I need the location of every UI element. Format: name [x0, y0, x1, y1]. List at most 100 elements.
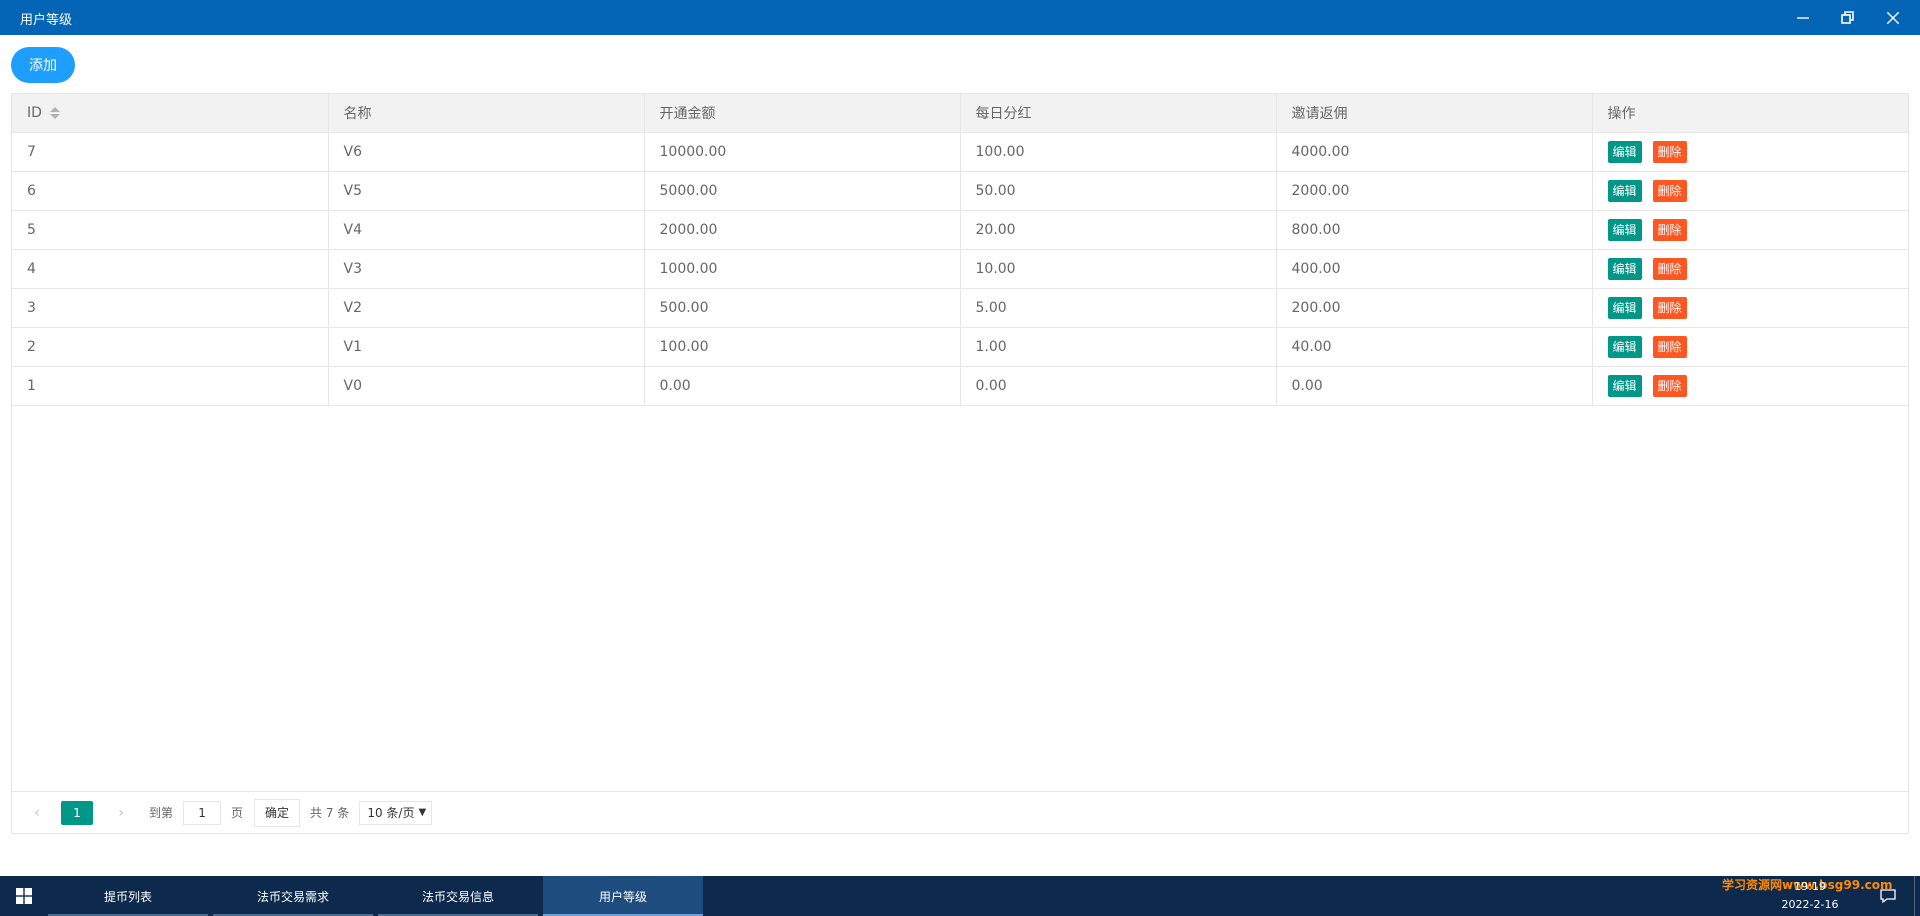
- table-row: 4 V3 1000.00 10.00 400.00 编辑 删除: [12, 249, 1908, 289]
- cell-actions: 编辑 删除: [1592, 327, 1908, 367]
- edit-button[interactable]: 编辑: [1607, 141, 1642, 163]
- cell-name: V2: [328, 288, 645, 328]
- cell-daily-dividend: 5.00: [960, 288, 1277, 328]
- cell-name: V1: [328, 327, 645, 367]
- cell-id: 6: [12, 171, 329, 211]
- pagination: ‹ 1 › 到第 页 确定 共 7 条 10 条/页▼: [12, 791, 1908, 833]
- cell-id: 7: [12, 132, 329, 172]
- page-size-value: 10 条/页: [367, 806, 415, 820]
- cell-name: V0: [328, 366, 645, 406]
- chevron-down-icon: ▼: [418, 807, 427, 818]
- table-row: 1 V0 0.00 0.00 0.00 编辑 删除: [12, 366, 1908, 406]
- cell-actions: 编辑 删除: [1592, 288, 1908, 328]
- clock-date: 2022-2-16: [1781, 898, 1839, 911]
- cell-invite-commission: 400.00: [1276, 249, 1593, 289]
- page-unit-label: 页: [231, 806, 244, 820]
- cell-daily-dividend: 100.00: [960, 132, 1277, 172]
- cell-id: 5: [12, 210, 329, 250]
- cell-daily-dividend: 0.00: [960, 366, 1277, 406]
- cell-invite-commission: 0.00: [1276, 366, 1593, 406]
- cell-amount: 0.00: [644, 366, 961, 406]
- notification-button[interactable]: [1868, 876, 1908, 916]
- taskbar: 提币列表 法币交易需求 法币交易信息 用户等级 学习资源网www.bsg99.c…: [0, 876, 1920, 916]
- minimize-button[interactable]: [1780, 0, 1825, 35]
- show-desktop-button[interactable]: [1914, 876, 1920, 916]
- cell-id: 4: [12, 249, 329, 289]
- edit-button[interactable]: 编辑: [1607, 375, 1642, 397]
- page-number-current[interactable]: 1: [61, 800, 93, 825]
- cell-amount: 500.00: [644, 288, 961, 328]
- window-titlebar: 用户等级: [0, 0, 1920, 35]
- goto-label: 到第: [149, 806, 174, 820]
- edit-button[interactable]: 编辑: [1607, 219, 1642, 241]
- delete-button[interactable]: 删除: [1652, 219, 1687, 241]
- taskbar-item-user-level[interactable]: 用户等级: [543, 876, 703, 916]
- cell-invite-commission: 2000.00: [1276, 171, 1593, 211]
- cell-amount: 5000.00: [644, 171, 961, 211]
- edit-button[interactable]: 编辑: [1607, 180, 1642, 202]
- cell-actions: 编辑 删除: [1592, 249, 1908, 289]
- column-header-name: 名称: [328, 94, 645, 133]
- cell-actions: 编辑 删除: [1592, 366, 1908, 406]
- add-button[interactable]: 添加: [11, 47, 75, 83]
- delete-button[interactable]: 删除: [1652, 375, 1687, 397]
- column-header-id-label: ID: [27, 105, 42, 121]
- table-row: 3 V2 500.00 5.00 200.00 编辑 删除: [12, 288, 1908, 328]
- next-page-button[interactable]: ›: [111, 801, 131, 825]
- cell-invite-commission: 4000.00: [1276, 132, 1593, 172]
- windows-logo-icon: [16, 888, 32, 904]
- sort-icon[interactable]: [49, 106, 60, 120]
- taskbar-item-withdraw-list[interactable]: 提币列表: [48, 876, 208, 916]
- edit-button[interactable]: 编辑: [1607, 336, 1642, 358]
- cell-name: V4: [328, 210, 645, 250]
- cell-actions: 编辑 删除: [1592, 132, 1908, 172]
- cell-amount: 100.00: [644, 327, 961, 367]
- prev-page-button[interactable]: ‹: [27, 801, 47, 825]
- cell-name: V6: [328, 132, 645, 172]
- cell-daily-dividend: 50.00: [960, 171, 1277, 211]
- confirm-goto-button[interactable]: 确定: [254, 798, 301, 827]
- page-size-select[interactable]: 10 条/页 ▼: [359, 800, 433, 825]
- taskbar-item-fiat-info[interactable]: 法币交易信息: [378, 876, 538, 916]
- cell-invite-commission: 800.00: [1276, 210, 1593, 250]
- close-icon: [1886, 11, 1899, 24]
- table-header-row: ID 名称 开通金额 每日分红 邀请返佣 操作: [12, 94, 1908, 133]
- delete-button[interactable]: 删除: [1652, 180, 1687, 202]
- cell-id: 2: [12, 327, 329, 367]
- restore-icon: [1840, 10, 1854, 24]
- minimize-icon: [1796, 16, 1809, 19]
- table-row: 2 V1 100.00 1.00 40.00 编辑 删除: [12, 327, 1908, 367]
- edit-button[interactable]: 编辑: [1607, 258, 1642, 280]
- close-button[interactable]: [1870, 0, 1915, 35]
- cell-name: V3: [328, 249, 645, 289]
- edit-button[interactable]: 编辑: [1607, 297, 1642, 319]
- cell-name: V5: [328, 171, 645, 211]
- delete-button[interactable]: 删除: [1652, 258, 1687, 280]
- column-header-daily-dividend: 每日分红: [960, 94, 1277, 133]
- goto-page-input[interactable]: [183, 800, 222, 825]
- table-row: 5 V4 2000.00 20.00 800.00 编辑 删除: [12, 210, 1908, 250]
- cell-actions: 编辑 删除: [1592, 210, 1908, 250]
- notification-icon: [1880, 889, 1896, 904]
- delete-button[interactable]: 删除: [1652, 141, 1687, 163]
- total-count: 共 7 条: [310, 806, 350, 820]
- delete-button[interactable]: 删除: [1652, 297, 1687, 319]
- column-header-actions: 操作: [1592, 94, 1908, 133]
- column-header-amount: 开通金额: [644, 94, 961, 133]
- cell-daily-dividend: 20.00: [960, 210, 1277, 250]
- cell-id: 1: [12, 366, 329, 406]
- cell-amount: 1000.00: [644, 249, 961, 289]
- window-title: 用户等级: [20, 13, 73, 28]
- delete-button[interactable]: 删除: [1652, 336, 1687, 358]
- cell-daily-dividend: 10.00: [960, 249, 1277, 289]
- cell-amount: 2000.00: [644, 210, 961, 250]
- system-clock[interactable]: 19:19 2022-2-16: [1760, 878, 1860, 914]
- start-button[interactable]: [0, 876, 48, 916]
- cell-actions: 编辑 删除: [1592, 171, 1908, 211]
- restore-button[interactable]: [1825, 0, 1870, 35]
- column-header-id[interactable]: ID: [12, 94, 329, 133]
- cell-invite-commission: 200.00: [1276, 288, 1593, 328]
- taskbar-item-fiat-demand[interactable]: 法币交易需求: [213, 876, 373, 916]
- cell-daily-dividend: 1.00: [960, 327, 1277, 367]
- table-row: 6 V5 5000.00 50.00 2000.00 编辑 删除: [12, 171, 1908, 211]
